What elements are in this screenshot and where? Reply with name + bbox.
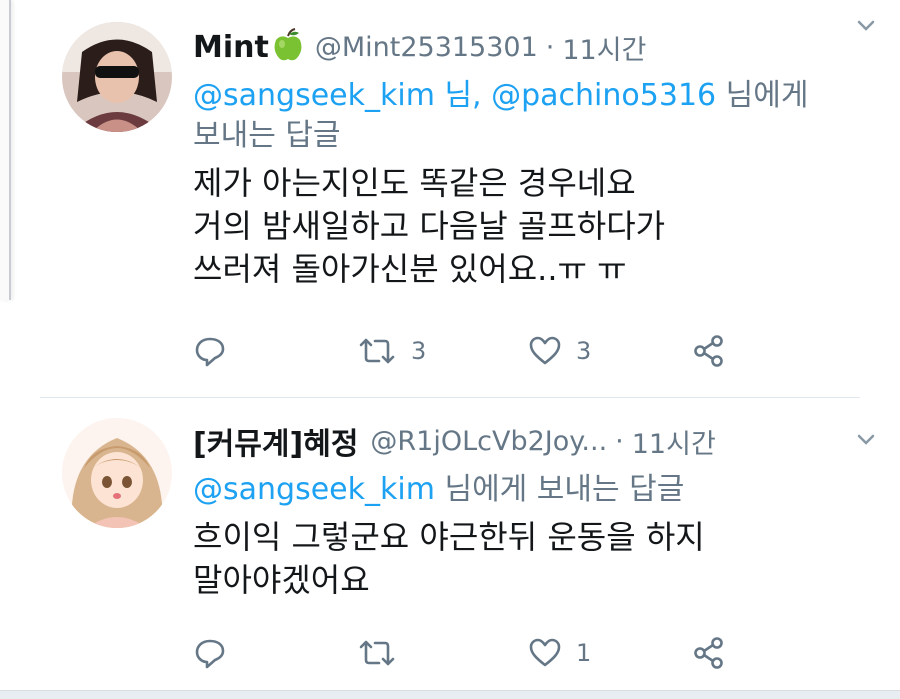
share-button[interactable] — [692, 636, 726, 670]
green-apple-icon — [273, 28, 303, 66]
reply-icon — [193, 636, 227, 670]
avatar[interactable] — [62, 418, 172, 528]
retweet-button[interactable]: 3 — [357, 334, 426, 368]
display-name[interactable]: [커뮤계]혜정 — [193, 419, 358, 463]
mention-link[interactable]: @sangseek_kim 님, @pachino5316 — [193, 78, 716, 113]
like-button[interactable]: 1 — [528, 636, 591, 670]
share-icon — [692, 636, 726, 670]
reply-to-label: 님에게 — [725, 78, 809, 113]
reply-context: @sangseek_kim 님, @pachino5316 님에게 보내는 답글 — [193, 76, 860, 156]
like-count: 1 — [576, 639, 592, 667]
reply-button[interactable] — [193, 636, 227, 670]
retweet-icon — [357, 636, 397, 670]
tweet-card[interactable]: Mint @Mint25315301 · 11시간 @sangseek_kim … — [0, 0, 900, 398]
reply-button[interactable] — [193, 334, 227, 368]
like-count: 3 — [576, 337, 592, 365]
retweet-icon — [357, 334, 397, 368]
share-button[interactable] — [692, 334, 726, 368]
tweet-text-line: 쓰러져 돌아가신분 있어요..ㅠ ㅠ — [193, 250, 627, 288]
tweet-text-line: 흐이익 그렇군요 야근한뒤 운동을 하지 — [193, 518, 705, 556]
timestamp[interactable]: 11시간 — [632, 422, 716, 461]
like-button[interactable]: 3 — [528, 334, 591, 368]
retweet-count: 3 — [411, 337, 427, 365]
tweet-content: Mint @Mint25315301 · 11시간 @sangseek_kim … — [193, 24, 860, 291]
share-icon — [692, 334, 726, 368]
chevron-down-icon[interactable] — [854, 428, 878, 452]
user-handle[interactable]: @Mint25315301 — [315, 32, 538, 63]
heart-icon — [528, 636, 562, 670]
chevron-down-icon[interactable] — [854, 14, 878, 38]
tweet-actions: 3 3 — [0, 334, 900, 374]
reply-icon — [193, 334, 227, 368]
tweet-divider — [40, 397, 860, 398]
heart-icon — [528, 334, 562, 368]
tweet-actions: 1 — [0, 636, 900, 676]
avatar[interactable] — [62, 22, 172, 132]
tweet-text: 제가 아는지인도 똑같은 경우네요 거의 밤새일하고 다음날 골프하다가 쓰러져… — [193, 162, 860, 291]
tweet-text-line: 거의 밤새일하고 다음날 골프하다가 — [193, 207, 666, 245]
reply-to-label: 님에게 보내는 답글 — [444, 472, 685, 507]
tweet-text-line: 말아야겠어요 — [193, 561, 370, 599]
mention-link[interactable]: @sangseek_kim — [193, 472, 435, 507]
retweet-button[interactable] — [357, 636, 397, 670]
tweet-header: [커뮤계]혜정 @R1jOLcVb2Joy... · 11시간 — [193, 418, 860, 464]
tweet-header: Mint @Mint25315301 · 11시간 — [193, 24, 860, 70]
separator-dot: · — [615, 425, 624, 457]
reply-context: @sangseek_kim 님에게 보내는 답글 — [193, 470, 860, 510]
timestamp[interactable]: 11시간 — [562, 28, 646, 67]
tweet-text: 흐이익 그렇군요 야근한뒤 운동을 하지 말아야겠어요 — [193, 516, 860, 602]
reply-to-label-2: 보내는 답글 — [193, 118, 341, 153]
tweet-content: [커뮤계]혜정 @R1jOLcVb2Joy... · 11시간 @sangsee… — [193, 418, 860, 602]
separator-dot: · — [545, 31, 555, 63]
user-handle[interactable]: @R1jOLcVb2Joy... — [370, 426, 607, 457]
display-name[interactable]: Mint — [193, 30, 269, 65]
tweet-text-line: 제가 아는지인도 똑같은 경우네요 — [193, 164, 636, 202]
